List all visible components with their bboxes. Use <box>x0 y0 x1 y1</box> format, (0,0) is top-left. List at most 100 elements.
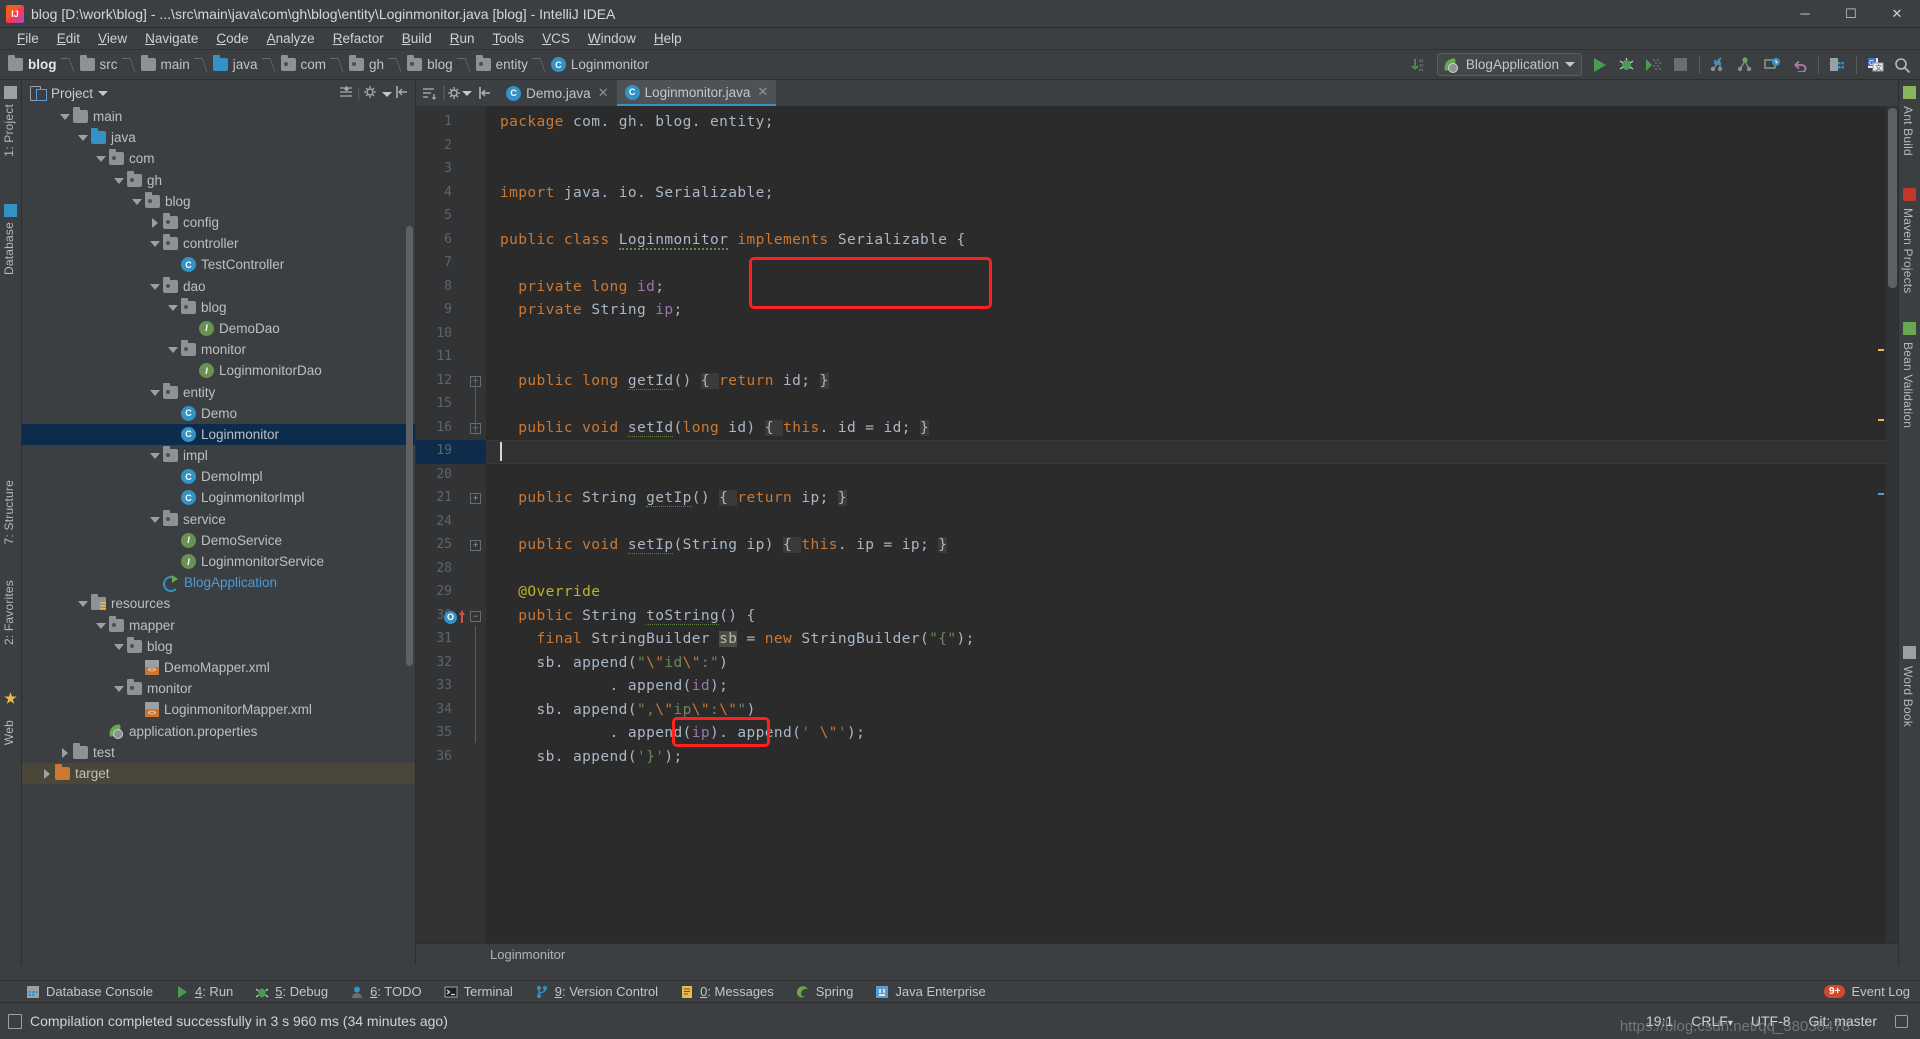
sort-tabs-icon[interactable] <box>416 81 442 105</box>
chevron-down-icon[interactable] <box>112 174 125 187</box>
lock-icon[interactable] <box>1895 1014 1908 1028</box>
sidebar-item-web[interactable]: Web <box>2 720 16 745</box>
search-icon[interactable] <box>1890 52 1915 77</box>
run-configuration-selector[interactable]: BlogApplication <box>1436 53 1582 76</box>
bottom-tool-0-messages[interactable]: 0: Messages <box>680 984 774 999</box>
profiler-icon[interactable] <box>1733 52 1758 77</box>
collapse-all-icon[interactable] <box>339 85 354 102</box>
minimize-button[interactable]: ─ <box>1782 0 1828 28</box>
tree-item-com[interactable]: com <box>22 148 415 169</box>
bottom-tool-9-version-control[interactable]: 9: Version Control <box>535 984 658 999</box>
tree-item-config[interactable]: config <box>22 212 415 233</box>
menu-item-window[interactable]: Window <box>579 28 645 50</box>
tree-item-dao[interactable]: dao <box>22 276 415 297</box>
tree-item-application-properties[interactable]: application.properties <box>22 720 415 741</box>
hide-panel-icon[interactable] <box>395 85 409 102</box>
sidebar-item-database[interactable]: Database <box>2 222 16 275</box>
tree-item-demodao[interactable]: I DemoDao <box>22 318 415 339</box>
chevron-down-icon[interactable] <box>148 513 161 526</box>
tree-item-loginmonitor[interactable]: C Loginmonitor <box>22 423 415 445</box>
event-log-button[interactable]: 9+ Event Log <box>1824 984 1920 999</box>
editor-settings-gear-icon[interactable] <box>446 81 472 105</box>
tree-item-impl[interactable]: impl <box>22 445 415 466</box>
bottom-tool-database-console[interactable]: Database Console <box>26 984 153 999</box>
settings-gear-icon[interactable] <box>363 85 392 102</box>
breadcrumb-item-loginmonitor[interactable]: C Loginmonitor <box>549 53 652 77</box>
tree-item-blog[interactable]: blog <box>22 191 415 212</box>
close-icon[interactable]: ✕ <box>757 84 768 100</box>
close-icon[interactable]: ✕ <box>598 85 609 101</box>
breadcrumb-item-blog[interactable]: blog <box>6 53 78 77</box>
menu-item-edit[interactable]: Edit <box>48 28 89 50</box>
chevron-down-icon[interactable] <box>76 131 89 144</box>
editor-tab-loginmonitor-java[interactable]: C Loginmonitor.java ✕ <box>616 80 777 106</box>
run-icon[interactable] <box>1587 52 1612 77</box>
bottom-tool-6-todo[interactable]: 6: TODO <box>350 984 422 999</box>
tree-item-gh[interactable]: gh <box>22 170 415 191</box>
code-content[interactable]: package com. gh. blog. entity; import jav… <box>486 106 1898 943</box>
editor-breadcrumb[interactable]: Loginmonitor <box>416 943 1898 965</box>
breadcrumb-item-java[interactable]: java <box>211 53 279 77</box>
menu-item-vcs[interactable]: VCS <box>533 28 579 50</box>
tree-item-test[interactable]: test <box>22 742 415 763</box>
download-updates-icon[interactable]: 01 10 01 <box>1407 52 1432 77</box>
chevron-right-icon[interactable] <box>58 746 71 759</box>
tree-item-monitor[interactable]: monitor <box>22 678 415 699</box>
tree-item-demoimpl[interactable]: C DemoImpl <box>22 466 415 487</box>
tree-item-demo[interactable]: C Demo <box>22 403 415 424</box>
breadcrumb-item-com[interactable]: com <box>279 53 348 77</box>
file-encoding[interactable]: UTF-8 <box>1751 1013 1791 1029</box>
menu-item-view[interactable]: View <box>89 28 136 50</box>
menu-item-help[interactable]: Help <box>645 28 691 50</box>
menu-item-run[interactable]: Run <box>441 28 484 50</box>
tree-item-blogapplication[interactable]: BlogApplication <box>22 572 415 593</box>
fold-collapse-icon[interactable]: − <box>470 610 481 622</box>
fold-expand-icon[interactable]: + <box>470 493 481 504</box>
tree-item-blog[interactable]: blog <box>22 297 415 318</box>
menu-item-file[interactable]: File <box>8 28 48 50</box>
sidebar-item-bean-validation[interactable]: Bean Validation <box>1901 342 1915 428</box>
sidebar-item-project[interactable]: 1: Project <box>2 104 16 157</box>
menu-item-navigate[interactable]: Navigate <box>136 28 207 50</box>
bottom-tool-java-enterprise[interactable]: Java Enterprise <box>875 984 986 999</box>
chevron-down-icon[interactable] <box>94 152 107 165</box>
tree-item-loginmonitorservice[interactable]: I LoginmonitorService <box>22 551 415 572</box>
chevron-down-icon[interactable] <box>112 640 125 653</box>
chevron-down-icon[interactable] <box>94 619 107 632</box>
debug-icon[interactable] <box>1614 52 1639 77</box>
caret-position[interactable]: 19:1 <box>1646 1013 1673 1029</box>
project-scrollbar[interactable] <box>406 226 413 666</box>
attach-debugger-icon[interactable] <box>1706 52 1731 77</box>
translate-icon[interactable]: G文 <box>1863 52 1888 77</box>
chevron-down-icon[interactable] <box>130 195 143 208</box>
editor-tab-demo-java[interactable]: C Demo.java ✕ <box>498 80 617 106</box>
menu-item-build[interactable]: Build <box>393 28 441 50</box>
close-button[interactable]: ✕ <box>1874 0 1920 28</box>
breadcrumb-item-entity[interactable]: entity <box>474 53 549 77</box>
sidebar-item-maven-projects[interactable]: Maven Projects <box>1901 208 1915 294</box>
menu-item-refactor[interactable]: Refactor <box>324 28 393 50</box>
tree-item-blog[interactable]: blog <box>22 636 415 657</box>
chevron-down-icon[interactable] <box>166 301 179 314</box>
menu-item-analyze[interactable]: Analyze <box>258 28 324 50</box>
line-separator[interactable]: CRLF▾ <box>1691 1013 1733 1029</box>
db-time-icon[interactable] <box>1760 52 1785 77</box>
breadcrumb-item-gh[interactable]: gh <box>347 53 405 77</box>
tree-item-loginmonitormapper-xml[interactable]: LoginmonitorMapper.xml <box>22 699 415 720</box>
sidebar-item-ant-build[interactable]: Ant Build <box>1901 106 1915 156</box>
menu-item-code[interactable]: Code <box>207 28 257 50</box>
build-icon[interactable] <box>1825 52 1850 77</box>
overriding-method-icon[interactable]: O <box>444 610 457 624</box>
maximize-button[interactable]: ☐ <box>1828 0 1874 28</box>
bottom-tool-4-run[interactable]: 4: Run <box>175 984 233 999</box>
sidebar-item-structure[interactable]: 7: Structure <box>2 480 16 544</box>
editor-gutter[interactable]: 123456789101112+1516+192021+2425+282930−… <box>416 106 486 943</box>
chevron-right-icon[interactable] <box>40 767 53 780</box>
code-editor[interactable]: 123456789101112+1516+192021+2425+282930−… <box>416 106 1898 943</box>
tree-item-resources[interactable]: resources <box>22 593 415 614</box>
vcs-branch[interactable]: Git: master <box>1809 1013 1877 1029</box>
run-coverage-icon[interactable] <box>1641 52 1666 77</box>
chevron-down-icon[interactable] <box>148 280 161 293</box>
breadcrumb-item-blog[interactable]: blog <box>405 53 474 77</box>
menu-item-tools[interactable]: Tools <box>484 28 534 50</box>
